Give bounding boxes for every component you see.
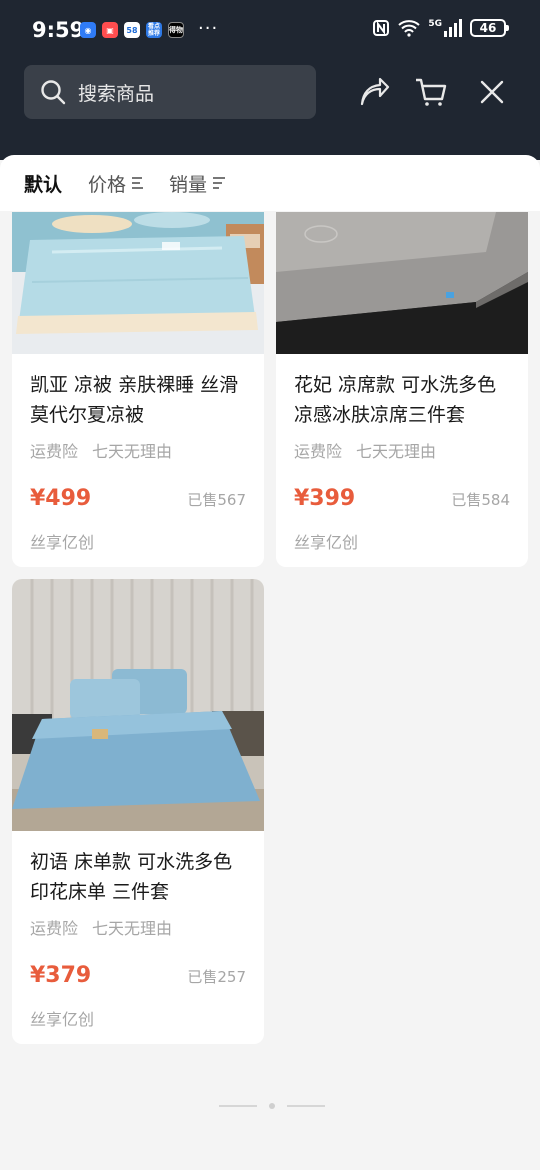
- sort-sales-label: 销量: [169, 173, 208, 196]
- product-tags: 运费险 七天无理由: [294, 438, 510, 462]
- share-icon: [360, 77, 390, 106]
- tag-seven-day-return: 七天无理由: [92, 919, 173, 938]
- page-indicator: [219, 1103, 325, 1109]
- product-title: 凯亚 凉被 亲肤裸睡 丝滑莫代尔夏凉被: [30, 374, 239, 426]
- product-info: 初语 床单款 可水洗多色印花床单 三件套 运费险 七天无理由 ¥379 已售25…: [30, 847, 246, 1030]
- shop-name: 丝享亿创: [30, 1010, 95, 1029]
- tag-shipping-insurance: 运费险: [30, 919, 79, 938]
- cart-button[interactable]: [413, 74, 449, 110]
- price-row: ¥499 已售567: [30, 486, 246, 511]
- product-image: [12, 212, 264, 354]
- product-title: 初语 床单款 可水洗多色印花床单 三件套: [30, 851, 233, 903]
- product-tags: 运费险 七天无理由: [30, 438, 246, 462]
- sort-bar: 默认 价格 销量: [0, 155, 540, 211]
- app-dewu-icon: 得物: [168, 22, 184, 38]
- product-title: 花妃 凉席款 可水洗多色凉感冰肤凉席三件套: [294, 374, 497, 426]
- network-type: 5G: [428, 19, 442, 29]
- page-indicator-line: [287, 1105, 325, 1107]
- price-row: ¥399 已售584: [294, 486, 510, 511]
- sort-order-icon: [213, 177, 226, 189]
- close-icon: [480, 80, 504, 104]
- product-info: 花妃 凉席款 可水洗多色凉感冰肤凉席三件套 运费险 七天无理由 ¥399 已售5…: [294, 370, 510, 553]
- sort-price[interactable]: 价格: [88, 170, 144, 197]
- price-row: ¥379 已售257: [30, 963, 246, 988]
- product-sold-count: 已售584: [451, 491, 510, 509]
- sort-sales[interactable]: 销量: [169, 170, 226, 197]
- search-placeholder: 搜索商品: [78, 82, 155, 105]
- signal-bar: [459, 19, 462, 37]
- tag-seven-day-return: 七天无理由: [92, 442, 173, 461]
- product-image: [12, 579, 264, 831]
- product-price: ¥399: [294, 486, 356, 511]
- tag-seven-day-return: 七天无理由: [356, 442, 437, 461]
- product-card[interactable]: 凯亚 凉被 亲肤裸睡 丝滑莫代尔夏凉被 运费险 七天无理由 ¥499 已售567…: [12, 212, 264, 567]
- sort-order-icon: [132, 177, 144, 189]
- product-info: 凯亚 凉被 亲肤裸睡 丝滑莫代尔夏凉被 运费险 七天无理由 ¥499 已售567…: [30, 370, 246, 553]
- app-news-icon: 看点 推荐: [146, 22, 162, 38]
- shop-name: 丝享亿创: [30, 533, 95, 552]
- product-card[interactable]: 花妃 凉席款 可水洗多色凉感冰肤凉席三件套 运费险 七天无理由 ¥399 已售5…: [276, 212, 528, 567]
- share-button[interactable]: [357, 74, 393, 110]
- status-bar: 9:59 ◉ ▣ 58 看点 推荐 得物 ··· 5G 46: [0, 0, 540, 62]
- close-button[interactable]: [474, 74, 510, 110]
- signal-5g: 5G: [428, 19, 462, 37]
- shop-name: 丝享亿创: [294, 533, 359, 552]
- product-image: [276, 212, 528, 354]
- signal-bar: [444, 31, 447, 37]
- app-notification-icon: ◉: [80, 22, 96, 38]
- product-sold-count: 已售567: [187, 491, 246, 509]
- product-price: ¥379: [30, 963, 92, 988]
- nfc-icon: [373, 20, 390, 36]
- sort-price-label: 价格: [88, 173, 127, 196]
- product-price: ¥499: [30, 486, 92, 511]
- status-right: 5G 46: [372, 19, 509, 37]
- app-58-icon: 58: [124, 22, 140, 38]
- status-more-dots: ···: [198, 18, 219, 39]
- app-notification-icon: ▣: [102, 22, 118, 38]
- product-sold-count: 已售257: [187, 968, 246, 986]
- signal-bar: [449, 27, 452, 37]
- product-card[interactable]: 初语 床单款 可水洗多色印花床单 三件套 运费险 七天无理由 ¥379 已售25…: [12, 579, 264, 1044]
- product-tags: 运费险 七天无理由: [30, 915, 246, 939]
- signal-bar: [454, 23, 457, 37]
- status-time: 9:59: [32, 18, 85, 42]
- tag-shipping-insurance: 运费险: [30, 442, 79, 461]
- tag-shipping-insurance: 运费险: [294, 442, 343, 461]
- wifi-icon: [398, 20, 421, 37]
- status-app-icons: ◉ ▣ 58 看点 推荐 得物: [80, 22, 184, 38]
- page-indicator-dot: [269, 1103, 275, 1109]
- search-icon: [41, 80, 66, 105]
- page-indicator-line: [219, 1105, 257, 1107]
- sort-default[interactable]: 默认: [24, 170, 62, 197]
- sort-default-label: 默认: [24, 173, 63, 196]
- search-input[interactable]: 搜索商品: [24, 65, 316, 119]
- cart-icon: [416, 78, 447, 106]
- battery-indicator: 46: [470, 19, 509, 37]
